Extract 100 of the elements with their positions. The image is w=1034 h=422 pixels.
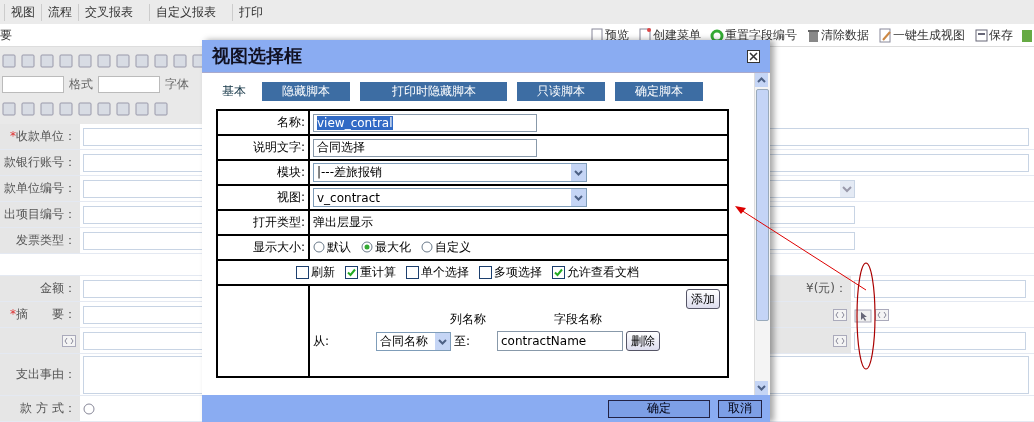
editor-tool-icon[interactable]	[173, 53, 187, 68]
chevron-down-icon	[435, 332, 450, 350]
to-label: 至:	[454, 332, 472, 350]
input-field[interactable]: contractName	[497, 331, 623, 351]
editor-tool-icon[interactable]	[59, 101, 73, 116]
dropdown[interactable]	[2, 76, 64, 93]
field-label: 款单位编号：	[4, 180, 76, 197]
add-button[interactable]: 添加	[686, 289, 720, 309]
checkbox-label: 多项选择	[494, 263, 542, 281]
radio-button[interactable]	[421, 241, 433, 254]
menu-item[interactable]: 视图	[4, 3, 41, 21]
confirm-button[interactable]: 确定	[608, 399, 710, 418]
radio-button[interactable]	[83, 402, 95, 415]
radio-button[interactable]	[313, 241, 325, 254]
checkbox-label: 单个选择	[421, 263, 469, 281]
radio-label: 最大化	[375, 238, 411, 256]
toolbar-button[interactable]: 保存	[974, 26, 1013, 44]
code-icon[interactable]	[833, 334, 847, 347]
code-icon[interactable]	[833, 308, 847, 321]
menu-item[interactable]: 打印	[232, 3, 269, 21]
checkbox[interactable]	[479, 265, 492, 279]
editor-tool-icon[interactable]	[21, 53, 35, 68]
editor-tool-icon[interactable]	[78, 53, 92, 68]
tab[interactable]: 只读脚本	[517, 82, 605, 101]
editor-tool-icon[interactable]	[116, 101, 130, 116]
editor-tool-icon[interactable]	[40, 101, 54, 116]
field-label: 名称:	[276, 115, 305, 129]
field-label: *收款单位：	[10, 128, 76, 145]
field-label: 模块:	[276, 165, 305, 179]
field-label: 款银行账号：	[4, 154, 76, 171]
close-icon[interactable]	[747, 49, 760, 63]
save-icon	[974, 27, 988, 43]
chevron-down-icon	[840, 180, 854, 197]
radio-button[interactable]	[361, 241, 373, 254]
checkbox[interactable]	[552, 265, 565, 279]
input-field[interactable]	[854, 331, 1026, 350]
code-icon[interactable]	[62, 334, 76, 347]
unit-label: ¥(元)：	[806, 280, 847, 297]
toolbar-button[interactable]: 重置字段编号	[710, 26, 797, 44]
select-field[interactable]: 合同名称	[376, 331, 451, 351]
font-label: 字体	[165, 76, 189, 93]
editor-tool-icon[interactable]	[2, 53, 16, 68]
field-label: *摘 要：	[10, 306, 76, 323]
field-label: 发票类型：	[16, 232, 76, 249]
radio-label: 默认	[327, 238, 351, 256]
tab[interactable]: 打印时隐藏脚本	[360, 82, 507, 101]
section-title: 要	[0, 26, 12, 44]
chevron-down-icon[interactable]	[755, 381, 768, 395]
scrollbar[interactable]	[754, 73, 770, 395]
editor-tool-icon[interactable]	[116, 53, 130, 68]
select-field[interactable]: |---差旅报销	[313, 163, 587, 182]
code-icon[interactable]	[875, 308, 889, 321]
field-label: 出项目编号：	[4, 206, 76, 223]
menu-item[interactable]: 流程	[41, 3, 78, 21]
editor-tool-icon[interactable]	[97, 53, 111, 68]
checkbox[interactable]	[345, 265, 358, 279]
input-field[interactable]: view_contral	[313, 113, 537, 132]
checkbox-label: 刷新	[311, 263, 335, 281]
from-label: 从:	[313, 332, 331, 350]
input-field[interactable]	[854, 279, 1026, 298]
editor-tool-icon[interactable]	[40, 53, 54, 68]
editor-tool-icon[interactable]	[59, 53, 73, 68]
trash-icon	[806, 27, 820, 43]
field-label: 视图:	[276, 190, 305, 204]
editor-tool-icon[interactable]	[21, 101, 35, 116]
menu-item[interactable]: 交叉报表	[78, 3, 139, 21]
dropdown[interactable]	[98, 76, 160, 93]
toolbar-button[interactable]: 预览	[590, 26, 629, 44]
format-label: 格式	[69, 76, 93, 93]
column-header: 字段名称	[554, 311, 602, 328]
editor-tool-icon[interactable]	[154, 53, 168, 68]
tab[interactable]: 确定脚本	[615, 82, 703, 101]
chevron-up-icon[interactable]	[755, 73, 768, 87]
toolbar-button[interactable]: 一键生成视图	[878, 26, 965, 44]
tab[interactable]: 隐藏脚本	[262, 82, 350, 101]
field-label: 显示大小:	[252, 240, 305, 254]
editor-tool-icon[interactable]	[135, 53, 149, 68]
field-label: 金额：	[40, 280, 76, 297]
editor-tool-icon[interactable]	[135, 101, 149, 116]
editor-tool-icon[interactable]	[97, 101, 111, 116]
select-field[interactable]: v_contract	[313, 188, 587, 207]
field-label: 支出事由：	[16, 366, 76, 383]
checkbox[interactable]	[296, 265, 309, 279]
input-field[interactable]: 合同选择	[313, 138, 537, 157]
checkbox-label: 重计算	[360, 263, 396, 281]
checkbox[interactable]	[406, 265, 419, 279]
delete-button[interactable]: 删除	[626, 331, 660, 351]
menu-item[interactable]: 自定义报表	[149, 3, 222, 21]
pencil-icon	[878, 27, 892, 43]
chevron-down-icon	[571, 189, 586, 206]
dialog-title: 视图选择框	[212, 44, 302, 68]
editor-tool-icon[interactable]	[78, 101, 92, 116]
editor-tool-icon[interactable]	[154, 101, 168, 116]
field-label: 打开类型:	[252, 215, 305, 229]
page-icon	[590, 27, 604, 43]
editor-tool-icon[interactable]	[2, 101, 16, 116]
toolbar-button[interactable]: 清除数据	[806, 26, 869, 44]
chevron-down-icon	[571, 164, 586, 181]
cancel-button[interactable]: 取消	[718, 399, 762, 418]
checkbox-label: 允许查看文档	[567, 263, 639, 281]
